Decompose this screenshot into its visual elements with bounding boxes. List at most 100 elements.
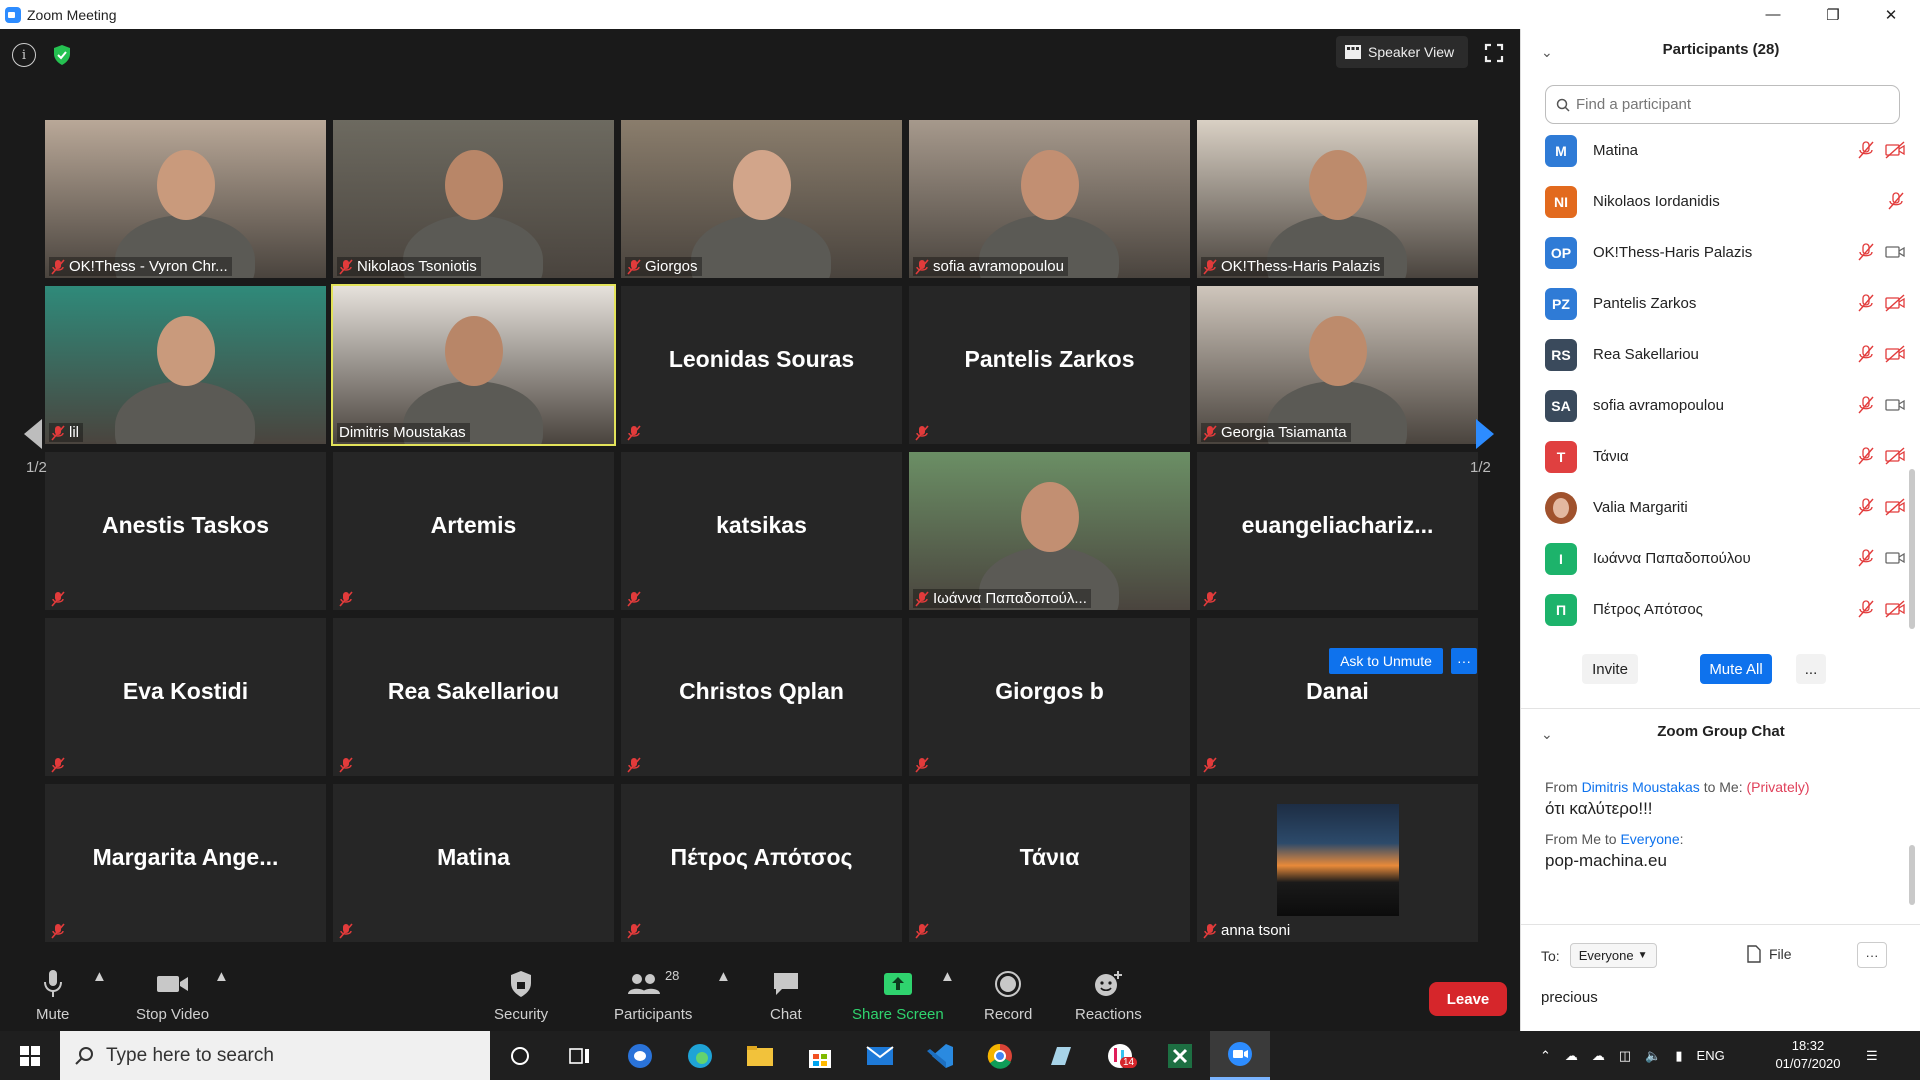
fullscreen-icon[interactable]	[1484, 43, 1504, 68]
share-options-caret[interactable]: ▲	[940, 968, 955, 985]
participants-more-button[interactable]: ...	[1796, 654, 1826, 684]
prev-page-arrow[interactable]	[20, 417, 48, 457]
task-view-icon[interactable]	[550, 1031, 610, 1080]
slack-icon[interactable]: 14	[1090, 1031, 1150, 1080]
excel-icon[interactable]	[1150, 1031, 1210, 1080]
participant-tile[interactable]: Eva Kostidi	[45, 618, 326, 776]
cloud-upload-icon[interactable]: ☁	[1592, 1048, 1605, 1064]
participant-tile[interactable]: euangeliachariz...	[1197, 452, 1478, 610]
mute-button[interactable]: Mute	[36, 968, 69, 1023]
info-icon[interactable]: i	[12, 43, 36, 67]
participant-tile[interactable]: Giorgos b	[909, 618, 1190, 776]
encryption-shield-icon[interactable]	[50, 43, 74, 67]
participant-row[interactable]: T Τάνια	[1545, 431, 1905, 482]
participant-row[interactable]: NI Nikolaos Iordanidis	[1545, 176, 1905, 227]
participant-tile[interactable]: anna tsoni	[1197, 784, 1478, 942]
participant-tile[interactable]: Leonidas Souras	[621, 286, 902, 444]
muted-mic-icon	[625, 590, 645, 608]
participant-tile[interactable]: katsikas	[621, 452, 902, 610]
taskbar-search[interactable]: Type here to search	[60, 1031, 490, 1080]
zoom-app-icon	[5, 6, 21, 23]
start-button[interactable]	[0, 1031, 60, 1080]
participant-tile[interactable]: Anestis Taskos	[45, 452, 326, 610]
file-button[interactable]: File	[1747, 945, 1792, 963]
participants-button[interactable]: 28 Participants	[614, 968, 692, 1023]
chat-button[interactable]: Chat	[770, 968, 802, 1023]
invite-button[interactable]: Invite	[1582, 654, 1638, 684]
chrome-icon[interactable]	[970, 1031, 1030, 1080]
participant-tile[interactable]: sofia avramopoulou	[909, 120, 1190, 278]
reactions-button[interactable]: Reactions	[1075, 968, 1142, 1023]
mute-all-button[interactable]: Mute All	[1700, 654, 1772, 684]
store-icon[interactable]	[790, 1031, 850, 1080]
participant-tile[interactable]: Πέτρος Απότσος	[621, 784, 902, 942]
participant-tile[interactable]: Τάνια	[909, 784, 1190, 942]
close-button[interactable]: ✕	[1862, 0, 1920, 29]
participant-search-input[interactable]	[1576, 96, 1876, 113]
participant-tile[interactable]: Pantelis Zarkos	[909, 286, 1190, 444]
participant-tile[interactable]: OK!Thess - Vyron Chr...	[45, 120, 326, 278]
participant-tile[interactable]: Ιωάννα Παπαδοπούλ...	[909, 452, 1190, 610]
participant-list-scrollbar[interactable]	[1909, 469, 1915, 629]
chat-recipient[interactable]: Everyone	[1620, 831, 1679, 847]
chat-more-button[interactable]: ···	[1857, 942, 1887, 968]
stop-video-button[interactable]: Stop Video	[136, 968, 209, 1023]
record-button[interactable]: Record	[984, 968, 1032, 1023]
participant-display-name: Leonidas Souras	[668, 346, 855, 372]
participant-row[interactable]: SA sofia avramopoulou	[1545, 380, 1905, 431]
app-icon[interactable]	[1030, 1031, 1090, 1080]
participant-tile[interactable]: Nikolaos Tsoniotis	[333, 120, 614, 278]
chevron-up-icon[interactable]: ⌃	[1540, 1048, 1551, 1064]
cortana-icon[interactable]	[490, 1031, 550, 1080]
language-indicator[interactable]: ENG	[1697, 1048, 1725, 1063]
participant-tile[interactable]: OK!Thess-Haris Palazis	[1197, 120, 1478, 278]
battery-icon[interactable]: ▮	[1675, 1048, 1682, 1064]
skype-icon[interactable]	[610, 1031, 670, 1080]
vscode-icon[interactable]	[910, 1031, 970, 1080]
participant-tile[interactable]: Matina	[333, 784, 614, 942]
participant-row[interactable]: M Matina	[1545, 125, 1905, 176]
notifications-icon[interactable]: ☰	[1866, 1031, 1878, 1080]
chat-recipient-select[interactable]: Everyone ▼	[1569, 943, 1657, 968]
chat-scrollbar[interactable]	[1909, 845, 1915, 905]
participant-row[interactable]: PZ Pantelis Zarkos	[1545, 278, 1905, 329]
participant-tile[interactable]: Margarita Ange...	[45, 784, 326, 942]
edge-icon[interactable]	[670, 1031, 730, 1080]
audio-options-caret[interactable]: ▲	[92, 968, 107, 985]
share-screen-button[interactable]: Share Screen	[852, 968, 944, 1023]
participant-row[interactable]: Π Πέτρος Απότσος	[1545, 584, 1905, 635]
network-icon[interactable]: ◫	[1619, 1048, 1631, 1064]
participant-tile[interactable]: Artemis	[333, 452, 614, 610]
chat-input[interactable]: precious	[1541, 989, 1598, 1006]
maximize-button[interactable]: ❐	[1804, 0, 1862, 29]
ask-to-unmute-button[interactable]: Ask to Unmute	[1329, 648, 1443, 674]
mail-icon[interactable]	[850, 1031, 910, 1080]
speaker-view-button[interactable]: Speaker View	[1336, 36, 1468, 68]
participant-video	[621, 120, 902, 278]
participant-row[interactable]: Valia Margariti	[1545, 482, 1905, 533]
video-options-caret[interactable]: ▲	[214, 968, 229, 985]
participant-tile[interactable]: Georgia Tsiamanta	[1197, 286, 1478, 444]
minimize-button[interactable]: —	[1744, 0, 1802, 29]
zoom-taskbar-icon[interactable]	[1210, 1031, 1270, 1080]
participant-row[interactable]: RS Rea Sakellariou	[1545, 329, 1905, 380]
participant-tile[interactable]: Giorgos	[621, 120, 902, 278]
participant-tile[interactable]: Danai	[1197, 618, 1478, 776]
tile-more-button[interactable]: ···	[1451, 648, 1477, 674]
volume-icon[interactable]: 🔈	[1645, 1048, 1661, 1064]
participant-row[interactable]: OP OK!Thess-Haris Palazis	[1545, 227, 1905, 278]
participant-tile[interactable]: lil	[45, 286, 326, 444]
leave-button[interactable]: Leave	[1429, 982, 1507, 1016]
security-button[interactable]: Security	[494, 968, 548, 1023]
participant-tile[interactable]: Christos Qplan	[621, 618, 902, 776]
participant-tile[interactable]: Rea Sakellariou	[333, 618, 614, 776]
participant-search[interactable]	[1545, 85, 1900, 124]
participants-options-caret[interactable]: ▲	[716, 968, 731, 985]
onedrive-icon[interactable]: ☁	[1565, 1048, 1578, 1064]
participant-tile[interactable]: Dimitris Moustakas	[331, 284, 616, 446]
chat-sender[interactable]: Dimitris Moustakas	[1582, 779, 1700, 795]
clock[interactable]: 18:32 01/07/2020	[1768, 1037, 1848, 1073]
next-page-arrow[interactable]	[1474, 417, 1502, 457]
file-explorer-icon[interactable]	[730, 1031, 790, 1080]
participant-row[interactable]: Ι Ιωάννα Παπαδοπούλου	[1545, 533, 1905, 584]
